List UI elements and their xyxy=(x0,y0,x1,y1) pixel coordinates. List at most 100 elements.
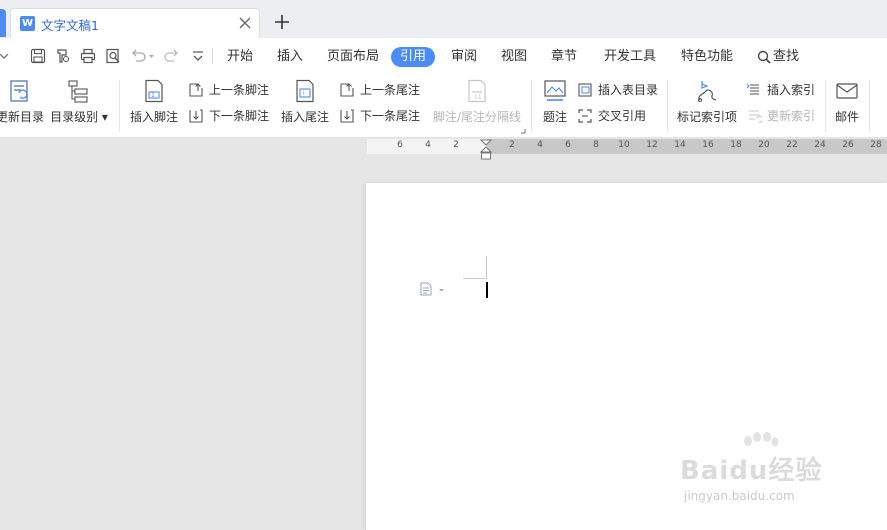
tab-developer[interactable]: 开发工具 xyxy=(604,47,656,67)
tab-bar: W 文字文稿1 xyxy=(0,0,887,38)
mail-icon xyxy=(836,83,858,99)
update-toc-button[interactable]: 更新目录 xyxy=(0,78,44,125)
customize-toolbar-icon[interactable] xyxy=(189,47,207,65)
prev-endnote-icon xyxy=(340,83,354,97)
document-tab[interactable]: W 文字文稿1 xyxy=(10,8,260,38)
prev-endnote-label: 上一条尾注 xyxy=(360,83,421,97)
ruler-tick: 2 xyxy=(509,140,515,150)
ribbon-toolbar: 更新目录 目录级别 ▾ 1 插入脚注 上一条脚注 下一条脚注 i 插入尾注 上一… xyxy=(0,74,887,138)
svg-text:11: 11 xyxy=(474,94,482,101)
ruler-tick: 16 xyxy=(702,140,714,150)
menu-bar: 开始 插入 页面布局 引用 审阅 视图 章节 开发工具 特色功能 查找 xyxy=(0,38,887,74)
find-label: 查找 xyxy=(773,49,800,64)
undo-icon[interactable] xyxy=(129,47,157,65)
caption-icon xyxy=(544,80,566,101)
svg-text:1: 1 xyxy=(151,92,155,99)
update-toc-icon xyxy=(10,80,28,102)
indent-marker[interactable] xyxy=(480,139,492,161)
next-footnote-label: 下一条脚注 xyxy=(209,109,270,123)
left-tab-edge[interactable] xyxy=(0,9,6,37)
update-toc-label: 更新目录 xyxy=(0,110,45,124)
insert-footnote-label: 插入脚注 xyxy=(129,110,178,124)
mark-index-entry-label: 标记索引项 xyxy=(676,110,737,124)
ruler-tick: 8 xyxy=(593,140,599,150)
tab-view[interactable]: 视图 xyxy=(501,47,527,67)
separator-line-icon: 11 xyxy=(468,79,486,103)
next-endnote-icon xyxy=(340,109,354,123)
ribbon-separator xyxy=(667,80,668,132)
footnote-separator-label: 脚注/尾注分隔线 xyxy=(432,110,522,124)
tab-home[interactable]: 开始 xyxy=(227,47,253,67)
format-painter-icon[interactable] xyxy=(54,47,72,65)
margin-corner-mark xyxy=(486,256,487,278)
next-footnote-icon xyxy=(189,109,203,123)
ruler-tick: 2 xyxy=(453,140,459,150)
mark-index-entry-button[interactable]: 标记索引项 xyxy=(675,78,739,125)
writer-doc-icon: W xyxy=(20,16,35,31)
tab-reference[interactable]: 引用 xyxy=(391,47,436,67)
ruler-tick: 14 xyxy=(674,140,686,150)
ruler-tick: 18 xyxy=(730,140,742,150)
prev-footnote-label: 上一条脚注 xyxy=(209,83,270,97)
ruler-tick: 4 xyxy=(425,140,431,150)
ruler-tick: 10 xyxy=(618,140,630,150)
footnote-separator-button[interactable]: 11 脚注/尾注分隔线 xyxy=(430,78,524,125)
toc-level-button[interactable]: 目录级别 ▾ xyxy=(50,78,108,125)
ruler-tick: 28 xyxy=(870,140,882,150)
ribbon-separator xyxy=(869,80,870,132)
print-icon[interactable] xyxy=(79,47,97,65)
ruler-tick: 4 xyxy=(537,140,543,150)
find-button[interactable]: 查找 xyxy=(757,47,799,67)
dialog-launcher-icon[interactable] xyxy=(520,128,526,134)
print-preview-icon[interactable] xyxy=(104,47,122,65)
chevron-down-icon[interactable] xyxy=(0,47,18,65)
save-icon[interactable] xyxy=(29,47,47,65)
mail-label: 邮件 xyxy=(834,110,859,124)
tab-review[interactable]: 审阅 xyxy=(451,47,477,67)
insert-index-label: 插入索引 xyxy=(767,83,816,97)
menu-separator xyxy=(212,48,213,64)
document-tab-title: 文字文稿1 xyxy=(41,18,99,33)
ruler-tick: 20 xyxy=(758,140,770,150)
next-endnote-label: 下一条尾注 xyxy=(360,109,421,123)
toc-level-label: 目录级别 ▾ xyxy=(50,110,108,124)
insert-table-of-figures-label: 插入表目录 xyxy=(598,83,659,97)
tab-page-layout[interactable]: 页面布局 xyxy=(327,47,379,67)
plus-icon[interactable] xyxy=(271,11,293,33)
margin-corner-mark xyxy=(463,278,487,279)
ribbon-separator xyxy=(119,80,120,132)
table-of-figures-icon xyxy=(578,83,592,97)
svg-text:i: i xyxy=(303,90,305,97)
toc-level-text: 目录级别 xyxy=(50,110,99,124)
mark-index-entry-icon xyxy=(698,81,717,102)
redo-icon[interactable] xyxy=(163,47,181,65)
tab-section[interactable]: 章节 xyxy=(551,47,577,67)
insert-footnote-button[interactable]: 1 插入脚注 xyxy=(128,78,180,125)
tab-special-features[interactable]: 特色功能 xyxy=(681,47,733,67)
update-index-icon xyxy=(749,110,762,123)
ruler-tick: 26 xyxy=(842,140,854,150)
cross-reference-label: 交叉引用 xyxy=(598,109,647,123)
watermark-url: jingyan.baidu.com xyxy=(684,489,795,503)
text-cursor xyxy=(486,282,488,298)
paragraph-layout-icon[interactable] xyxy=(420,282,446,296)
horizontal-ruler[interactable]: 6 4 2 2 4 6 8 10 12 14 16 18 20 22 24 26… xyxy=(0,139,887,154)
prev-footnote-icon xyxy=(189,83,203,97)
ruler-tick: 24 xyxy=(814,140,826,150)
caption-button[interactable]: 题注 xyxy=(539,78,571,125)
ruler-tick: 12 xyxy=(646,140,658,150)
update-index-label: 更新索引 xyxy=(767,109,816,123)
insert-footnote-icon: 1 xyxy=(145,79,163,103)
baidu-watermark: Baidu经验 jingyan.baidu.com xyxy=(670,432,880,512)
insert-endnote-label: 插入尾注 xyxy=(280,110,329,124)
close-icon[interactable] xyxy=(236,14,254,32)
insert-endnote-button[interactable]: i 插入尾注 xyxy=(279,78,331,125)
ribbon-separator xyxy=(531,80,532,132)
toc-level-icon xyxy=(68,80,88,103)
search-icon xyxy=(757,50,771,64)
mail-button[interactable]: 邮件 xyxy=(832,78,862,125)
tab-insert[interactable]: 插入 xyxy=(277,47,303,67)
ruler-tick: 6 xyxy=(397,140,403,150)
ruler-tick: 6 xyxy=(565,140,571,150)
watermark-logo: Baidu经验 xyxy=(680,456,823,486)
